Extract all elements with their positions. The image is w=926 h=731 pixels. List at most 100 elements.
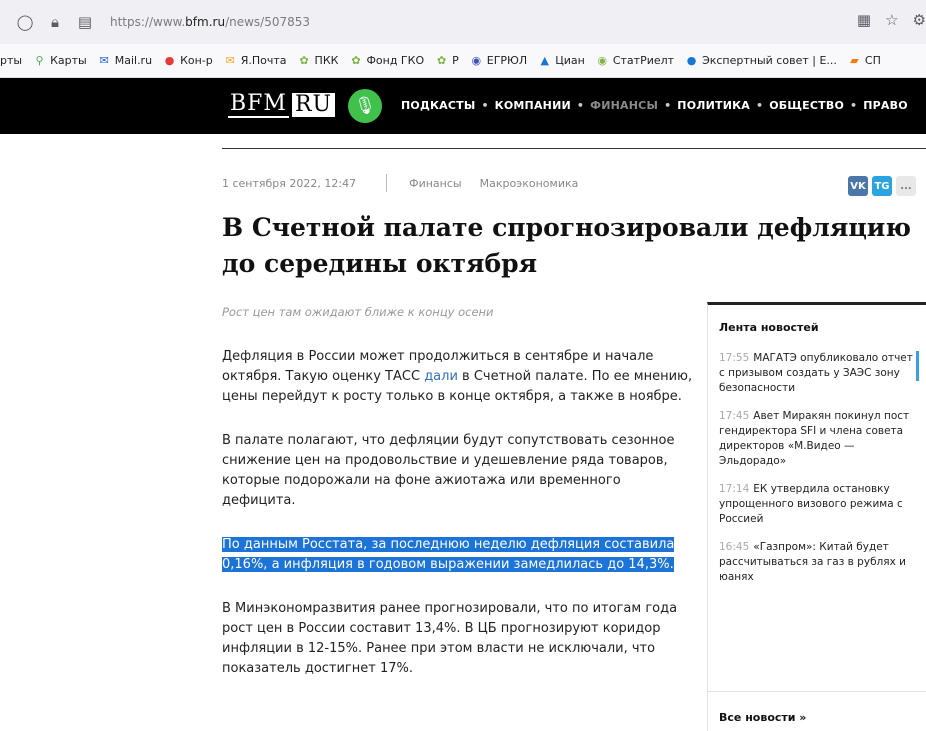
bookmark-item[interactable]: ▰ СП — [848, 54, 881, 67]
menu-separator: • — [664, 99, 672, 112]
plant-icon: ✿ — [351, 54, 361, 67]
bookmark-item[interactable]: ⚲ Карты — [33, 54, 87, 67]
bookmark-item[interactable]: рты — [0, 54, 22, 67]
envelope-icon: ✉ — [225, 54, 235, 67]
menu-item[interactable]: ПРАВО — [863, 99, 908, 112]
mail-icon: ✉ — [99, 54, 109, 67]
tag-macroeconomics[interactable]: Макроэкономика — [480, 177, 579, 190]
settings-icon[interactable]: ⚙ — [913, 11, 926, 29]
menu-item[interactable]: ПОЛИТИКА — [677, 99, 750, 112]
news-item[interactable]: 17:45 Авет Миракян покинул пост гендирект… — [719, 409, 919, 469]
bookmark-item[interactable]: ✉ Я.Почта — [224, 54, 287, 67]
chart-icon: ▲ — [540, 54, 549, 67]
menu-item[interactable]: ОБЩЕСТВО — [769, 99, 844, 112]
bookmark-item[interactable]: ✿ ПКК — [298, 54, 339, 67]
news-item[interactable]: 17:14 ЕК утвердила остановку упрощенного … — [719, 482, 919, 527]
shield-icon[interactable]: ◯ — [14, 11, 36, 33]
url-domain: bfm.ru — [185, 15, 226, 29]
bookmark-label: Кон-р — [180, 54, 213, 67]
url-path: /news/507853 — [225, 15, 311, 29]
reader-view-icon[interactable]: ▤ — [74, 11, 96, 33]
more-share-icon[interactable]: ... — [896, 176, 916, 196]
site-header: BFM RU 🎙︎ ПОДКАСТЫ • КОМПАНИИ • ФИНАНСЫ • ПОЛИ… — [0, 78, 926, 134]
microphone-icon[interactable]: 🎙︎ — [348, 89, 382, 123]
meta-separator — [386, 174, 388, 192]
header-rule — [222, 148, 926, 149]
browser-toolbar: ◯ 🔒︎ ▤ https://www.bfm.ru/news/507853 ▦ … — [0, 0, 926, 44]
bookmark-label: ПКК — [314, 54, 339, 67]
news-item[interactable]: 17:55 МАГАТЭ опубликовало отчет с призыво… — [719, 351, 919, 396]
toolbar-right: ▦ ☆ ⚙ — [857, 11, 926, 29]
bookmark-item[interactable]: ◉ СтатРиелт — [596, 54, 675, 67]
bookmark-item[interactable]: ● Кон-р — [163, 54, 213, 67]
bookmark-item[interactable]: ✉ Mail.ru — [98, 54, 152, 67]
main-menu: ПОДКАСТЫ • КОМПАНИИ • ФИНАНСЫ • ПОЛИТИКА • ОБЩЕС… — [401, 99, 908, 112]
telegram-share-icon[interactable]: TG — [872, 176, 892, 196]
logo-bfm: BFM — [228, 91, 289, 118]
bookmark-label: Фонд ГКО — [366, 54, 425, 67]
bookmark-label: Карты — [50, 54, 87, 67]
logo-ru: RU — [291, 93, 336, 117]
star-icon[interactable]: ☆ — [885, 11, 898, 29]
bookmark-label: рты — [0, 54, 23, 67]
news-time: 17:14 — [719, 483, 750, 495]
globe-icon: ◉ — [597, 54, 608, 67]
bookmark-item[interactable]: ✿ Р — [435, 54, 459, 67]
bookmarks-bar: рты ⚲ Карты ✉ Mail.ru ● Кон-р ✉ Я.Почта ✿ ПКК ✿ Фонд… — [0, 44, 926, 78]
article-lead: Рост цен там ожидают ближе к концу осени — [222, 305, 494, 319]
paragraph-3: По данным Росстата, за последнюю неделю … — [222, 535, 696, 575]
folder-icon: ▰ — [850, 54, 859, 67]
sidebar-divider — [708, 691, 926, 692]
news-time: 16:45 — [719, 541, 750, 553]
article-date: 1 сентября 2022, 12:47 — [222, 176, 357, 190]
article-title: В Счетной палате спрогнозировали дефляци… — [222, 213, 911, 278]
grid-icon[interactable]: ▦ — [857, 11, 871, 29]
source-link[interactable]: дали — [424, 369, 458, 384]
map-pin-icon: ⚲ — [35, 54, 44, 67]
paragraph-1: Дефляция в России может продолжиться в с… — [222, 347, 696, 407]
url-prefix: https://www. — [110, 15, 186, 29]
bookmark-icon: ● — [164, 54, 175, 67]
menu-item[interactable]: ПОДКАСТЫ — [401, 99, 475, 112]
bookmark-item[interactable]: ▲ Циан — [538, 54, 585, 67]
menu-item[interactable]: ФИНАНСЫ — [590, 99, 658, 112]
news-time: 17:55 — [719, 352, 750, 364]
news-time: 17:45 — [719, 410, 750, 422]
news-item[interactable]: 16:45 «Газпром»: Китай будет рассчитывать… — [719, 540, 919, 585]
bookmark-label: Р — [452, 54, 459, 67]
paragraph-4: В Минэкономразвития ранее прогнозировали… — [222, 601, 678, 676]
vk-share-icon[interactable]: VK — [848, 176, 868, 196]
bookmark-label: СП — [864, 54, 881, 67]
circle-icon: ● — [686, 54, 697, 67]
share-buttons: VK TG ... — [848, 176, 916, 196]
paragraph-2: В палате полагают, что дефляции будут со… — [222, 433, 675, 508]
globe-icon: ◉ — [471, 54, 482, 67]
all-news-link[interactable]: Все новости » — [719, 711, 806, 724]
bookmark-label: Я.Почта — [240, 54, 287, 67]
address-bar[interactable]: https://www.bfm.ru/news/507853 — [110, 15, 310, 29]
bookmark-label: СтатРиелт — [612, 54, 675, 67]
plant-icon: ✿ — [437, 54, 447, 67]
bookmark-item[interactable]: ◉ ЕГРЮЛ — [470, 54, 527, 67]
bookmark-item[interactable]: ✿ Фонд ГКО — [349, 54, 424, 67]
bookmark-label: Mail.ru — [114, 54, 153, 67]
menu-item[interactable]: КОМПАНИИ — [495, 99, 571, 112]
tag-finance[interactable]: Финансы — [409, 177, 461, 190]
selected-text[interactable]: По данным Росстата, за последнюю неделю … — [222, 537, 675, 572]
site-logo[interactable]: BFM RU — [228, 91, 336, 118]
article-body: Дефляция в России может продолжиться в с… — [222, 347, 696, 703]
news-feed-sidebar: Лента новостей 17:55 МАГАТЭ опубликовало … — [707, 302, 926, 731]
lock-icon[interactable]: 🔒︎ — [44, 11, 66, 33]
news-feed-title: Лента новостей — [719, 321, 819, 334]
menu-separator: • — [850, 99, 858, 112]
news-list: 17:55 МАГАТЭ опубликовало отчет с призыво… — [719, 351, 919, 598]
bookmark-item[interactable]: ● Экспертный совет | Е... — [685, 54, 837, 67]
menu-separator: • — [481, 99, 489, 112]
bookmark-label: ЕГРЮЛ — [486, 54, 528, 67]
menu-separator: • — [576, 99, 585, 112]
menu-separator: • — [756, 99, 764, 112]
plant-icon: ✿ — [299, 54, 309, 67]
bookmark-label: Экспертный совет | Е... — [702, 54, 837, 67]
article-meta: 1 сентября 2022, 12:47 Финансы Макроэкон… — [222, 174, 596, 192]
bookmark-label: Циан — [555, 54, 585, 67]
